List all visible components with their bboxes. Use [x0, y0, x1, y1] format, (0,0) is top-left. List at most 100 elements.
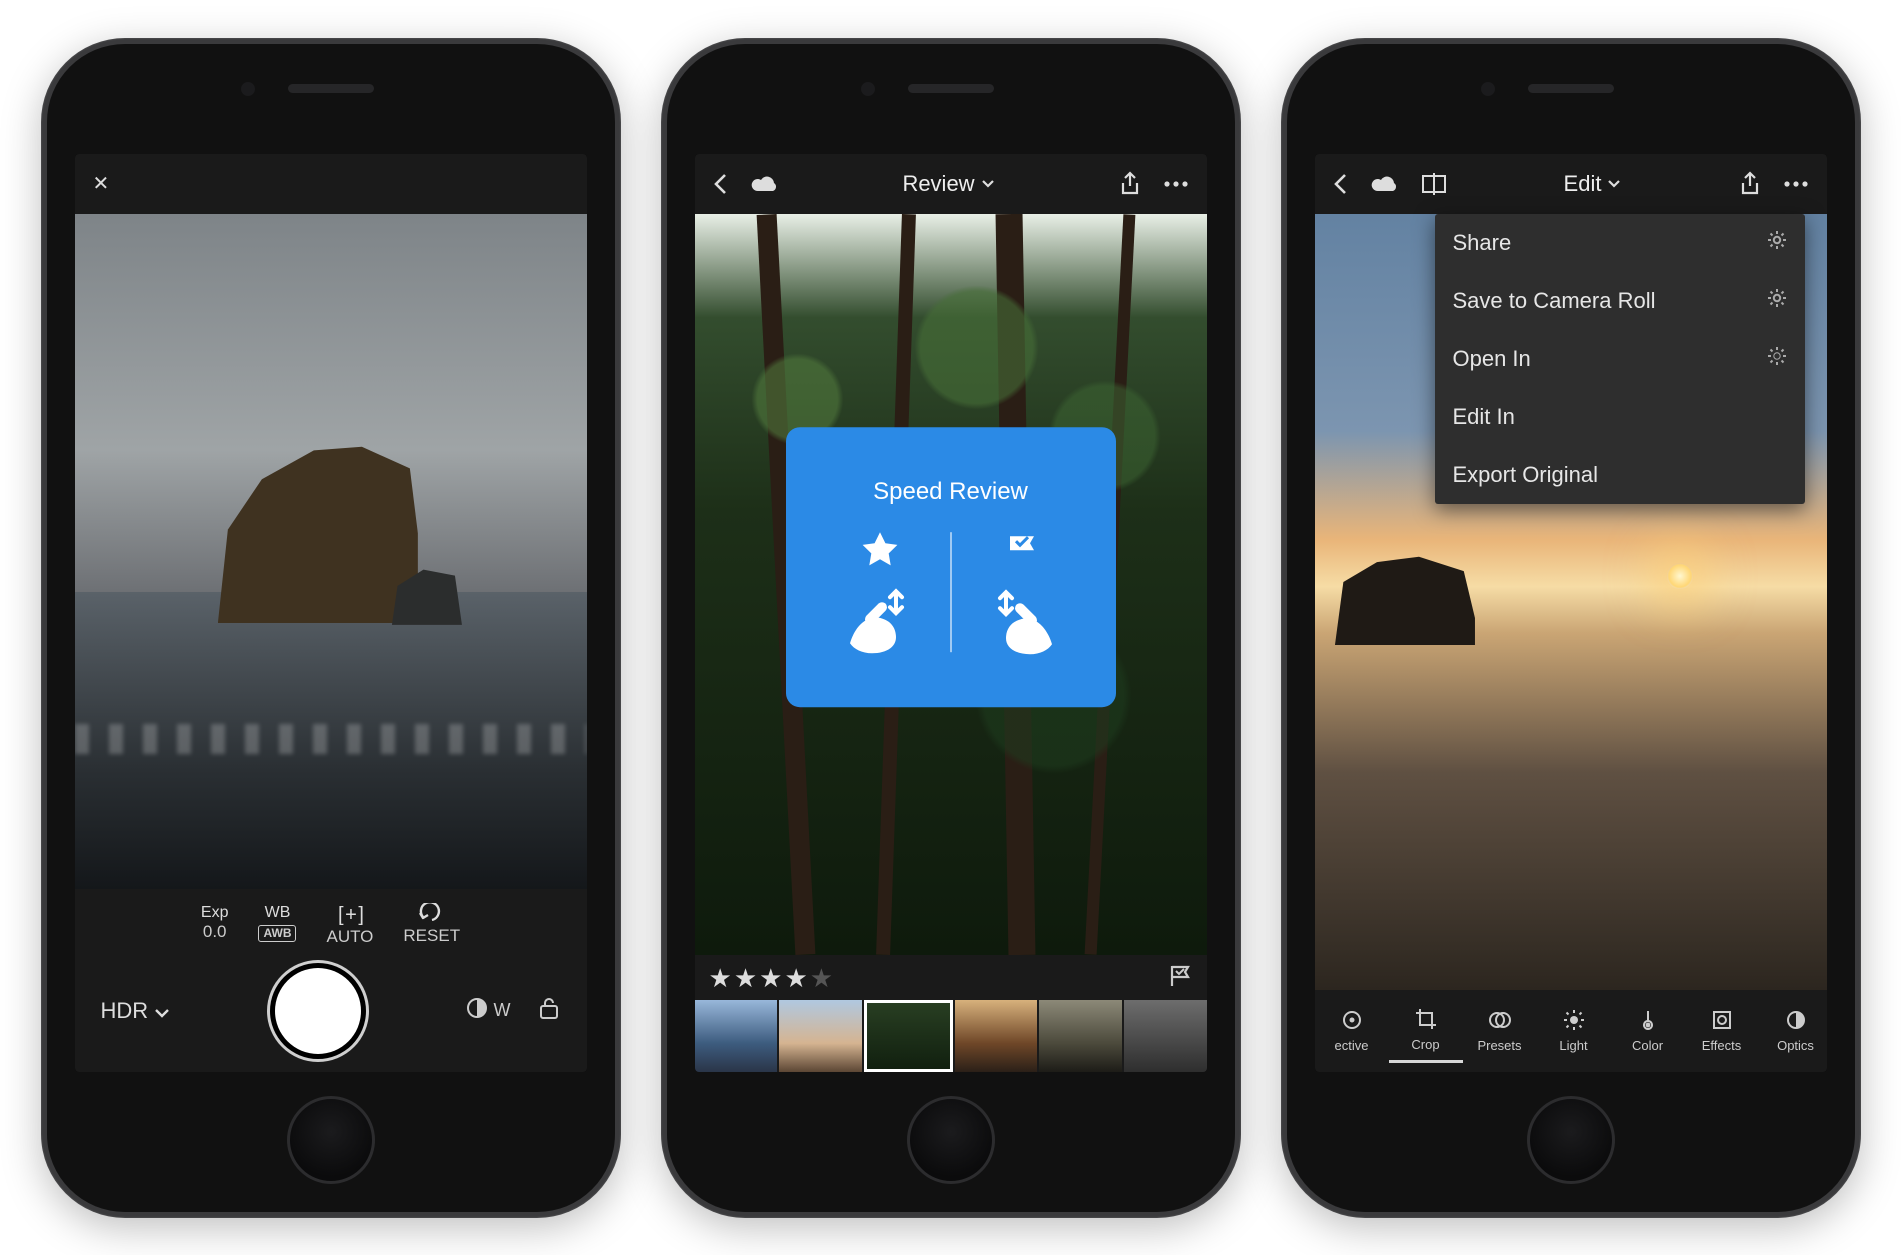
- shutter-button[interactable]: [275, 968, 361, 1054]
- compare-icon[interactable]: [1421, 173, 1447, 195]
- white-balance-control[interactable]: WB AWB: [258, 903, 296, 947]
- phone-home-button: [1527, 1096, 1615, 1184]
- phone-sensor: [861, 82, 875, 96]
- phone-home-button: [287, 1096, 375, 1184]
- exposure-label: Exp: [201, 903, 229, 922]
- review-topbar: Review: [695, 154, 1207, 214]
- tool-presets[interactable]: Presets: [1463, 1000, 1537, 1061]
- tool-color[interactable]: Color: [1611, 1000, 1685, 1061]
- menu-item-export-original[interactable]: Export Original: [1435, 446, 1805, 504]
- share-icon[interactable]: [1739, 171, 1761, 197]
- reset-control[interactable]: RESET: [403, 903, 460, 947]
- camera-controls: Exp 0.0 WB AWB [ + ] AUTO: [75, 889, 587, 1071]
- phone-mockup-2: Review Speed Review: [661, 38, 1241, 1218]
- more-icon[interactable]: [1783, 180, 1809, 188]
- phone-sensor: [1481, 82, 1495, 96]
- capture-mode-selector[interactable]: HDR: [101, 998, 171, 1024]
- presets-icon: [1488, 1008, 1512, 1032]
- thumbnail[interactable]: [695, 1000, 778, 1072]
- review-title-dropdown[interactable]: Review: [902, 171, 994, 197]
- review-bottom-bar: ★★★★★: [695, 955, 1207, 1072]
- menu-item-label: Export Original: [1453, 462, 1599, 488]
- edit-screen: Edit Share: [1315, 154, 1827, 1072]
- menu-item-share[interactable]: Share: [1435, 214, 1805, 272]
- menu-item-label: Save to Camera Roll: [1453, 288, 1656, 314]
- review-screen: Review Speed Review: [695, 154, 1207, 1072]
- edit-toolbar[interactable]: ective Crop Presets Light: [1315, 990, 1827, 1072]
- focus-auto-control[interactable]: [ + ] AUTO: [326, 903, 373, 947]
- effects-icon: [1710, 1008, 1734, 1032]
- flag-gesture-hint: [982, 528, 1062, 656]
- filmstrip[interactable]: [695, 1000, 1207, 1072]
- thumbnail[interactable]: [1039, 1000, 1122, 1072]
- undo-icon: [403, 903, 460, 926]
- review-title: Review: [902, 171, 974, 197]
- lock-icon[interactable]: [538, 996, 560, 1025]
- camera-viewfinder[interactable]: [75, 214, 587, 890]
- thumbnail-selected[interactable]: [864, 1000, 953, 1072]
- cloud-icon[interactable]: [749, 174, 779, 194]
- wb-label: WB: [258, 903, 296, 922]
- filter-badge: W: [493, 1000, 510, 1021]
- share-icon[interactable]: [1119, 171, 1141, 197]
- phone-speaker: [288, 84, 374, 93]
- camera-screen: ✕ Exp 0.0 WB AWB: [75, 154, 587, 1072]
- lens-icon: [465, 996, 489, 1025]
- star-rating[interactable]: ★★★★★: [709, 963, 834, 994]
- share-menu: Share Save to Camera Roll Open In Edit I…: [1435, 214, 1805, 504]
- rate-gesture-hint: [840, 529, 920, 655]
- selective-icon: [1340, 1008, 1364, 1032]
- menu-item-open-in[interactable]: Open In: [1435, 330, 1805, 388]
- chevron-down-icon: [981, 179, 995, 188]
- tool-selective[interactable]: ective: [1315, 1000, 1389, 1061]
- tool-optics[interactable]: Optics: [1759, 1000, 1827, 1061]
- cloud-icon[interactable]: [1369, 174, 1399, 194]
- thumbnail[interactable]: [1124, 1000, 1207, 1072]
- optics-icon: [1784, 1008, 1808, 1032]
- more-icon[interactable]: [1163, 180, 1189, 188]
- tool-label: Light: [1559, 1038, 1587, 1053]
- menu-item-label: Edit In: [1453, 404, 1515, 430]
- phone-sensor: [241, 82, 255, 96]
- tool-label: Crop: [1411, 1037, 1439, 1052]
- back-icon[interactable]: [713, 173, 727, 195]
- auto-label: AUTO: [326, 927, 373, 947]
- back-icon[interactable]: [1333, 173, 1347, 195]
- capture-mode-label: HDR: [101, 998, 149, 1024]
- menu-item-save-camera-roll[interactable]: Save to Camera Roll: [1435, 272, 1805, 330]
- tool-crop[interactable]: Crop: [1389, 999, 1463, 1063]
- filter-toggle[interactable]: W: [465, 996, 510, 1025]
- menu-item-edit-in[interactable]: Edit In: [1435, 388, 1805, 446]
- flag-toggle[interactable]: [1167, 963, 1193, 994]
- chevron-down-icon: [154, 998, 170, 1024]
- gear-icon[interactable]: [1767, 346, 1787, 372]
- tool-label: Effects: [1702, 1038, 1742, 1053]
- edit-topbar: Edit: [1315, 154, 1827, 214]
- exposure-control[interactable]: Exp 0.0: [201, 903, 229, 947]
- awb-badge: AWB: [258, 925, 296, 941]
- phone-speaker: [908, 84, 994, 93]
- tool-label: Presets: [1477, 1038, 1521, 1053]
- review-photo[interactable]: Speed Review: [695, 214, 1207, 955]
- tool-label: ective: [1335, 1038, 1369, 1053]
- tool-effects[interactable]: Effects: [1685, 1000, 1759, 1061]
- focus-brackets-icon: [ + ]: [326, 903, 373, 927]
- menu-item-label: Share: [1453, 230, 1512, 256]
- exposure-value: 0.0: [201, 922, 229, 942]
- phone-home-button: [907, 1096, 995, 1184]
- chevron-down-icon: [1607, 179, 1621, 188]
- thumbnail[interactable]: [779, 1000, 862, 1072]
- menu-item-label: Open In: [1453, 346, 1531, 372]
- tool-label: Color: [1632, 1038, 1663, 1053]
- gear-icon[interactable]: [1767, 288, 1787, 314]
- crop-icon: [1414, 1007, 1438, 1031]
- tool-light[interactable]: Light: [1537, 1000, 1611, 1061]
- gear-icon[interactable]: [1767, 230, 1787, 256]
- thumbnail[interactable]: [955, 1000, 1038, 1072]
- speed-review-title: Speed Review: [873, 478, 1028, 506]
- close-icon[interactable]: ✕: [93, 171, 110, 196]
- reset-label: RESET: [403, 926, 460, 946]
- swipe-hand-icon: [840, 583, 920, 655]
- edit-title-dropdown[interactable]: Edit: [1564, 171, 1622, 197]
- star-icon: [858, 529, 902, 571]
